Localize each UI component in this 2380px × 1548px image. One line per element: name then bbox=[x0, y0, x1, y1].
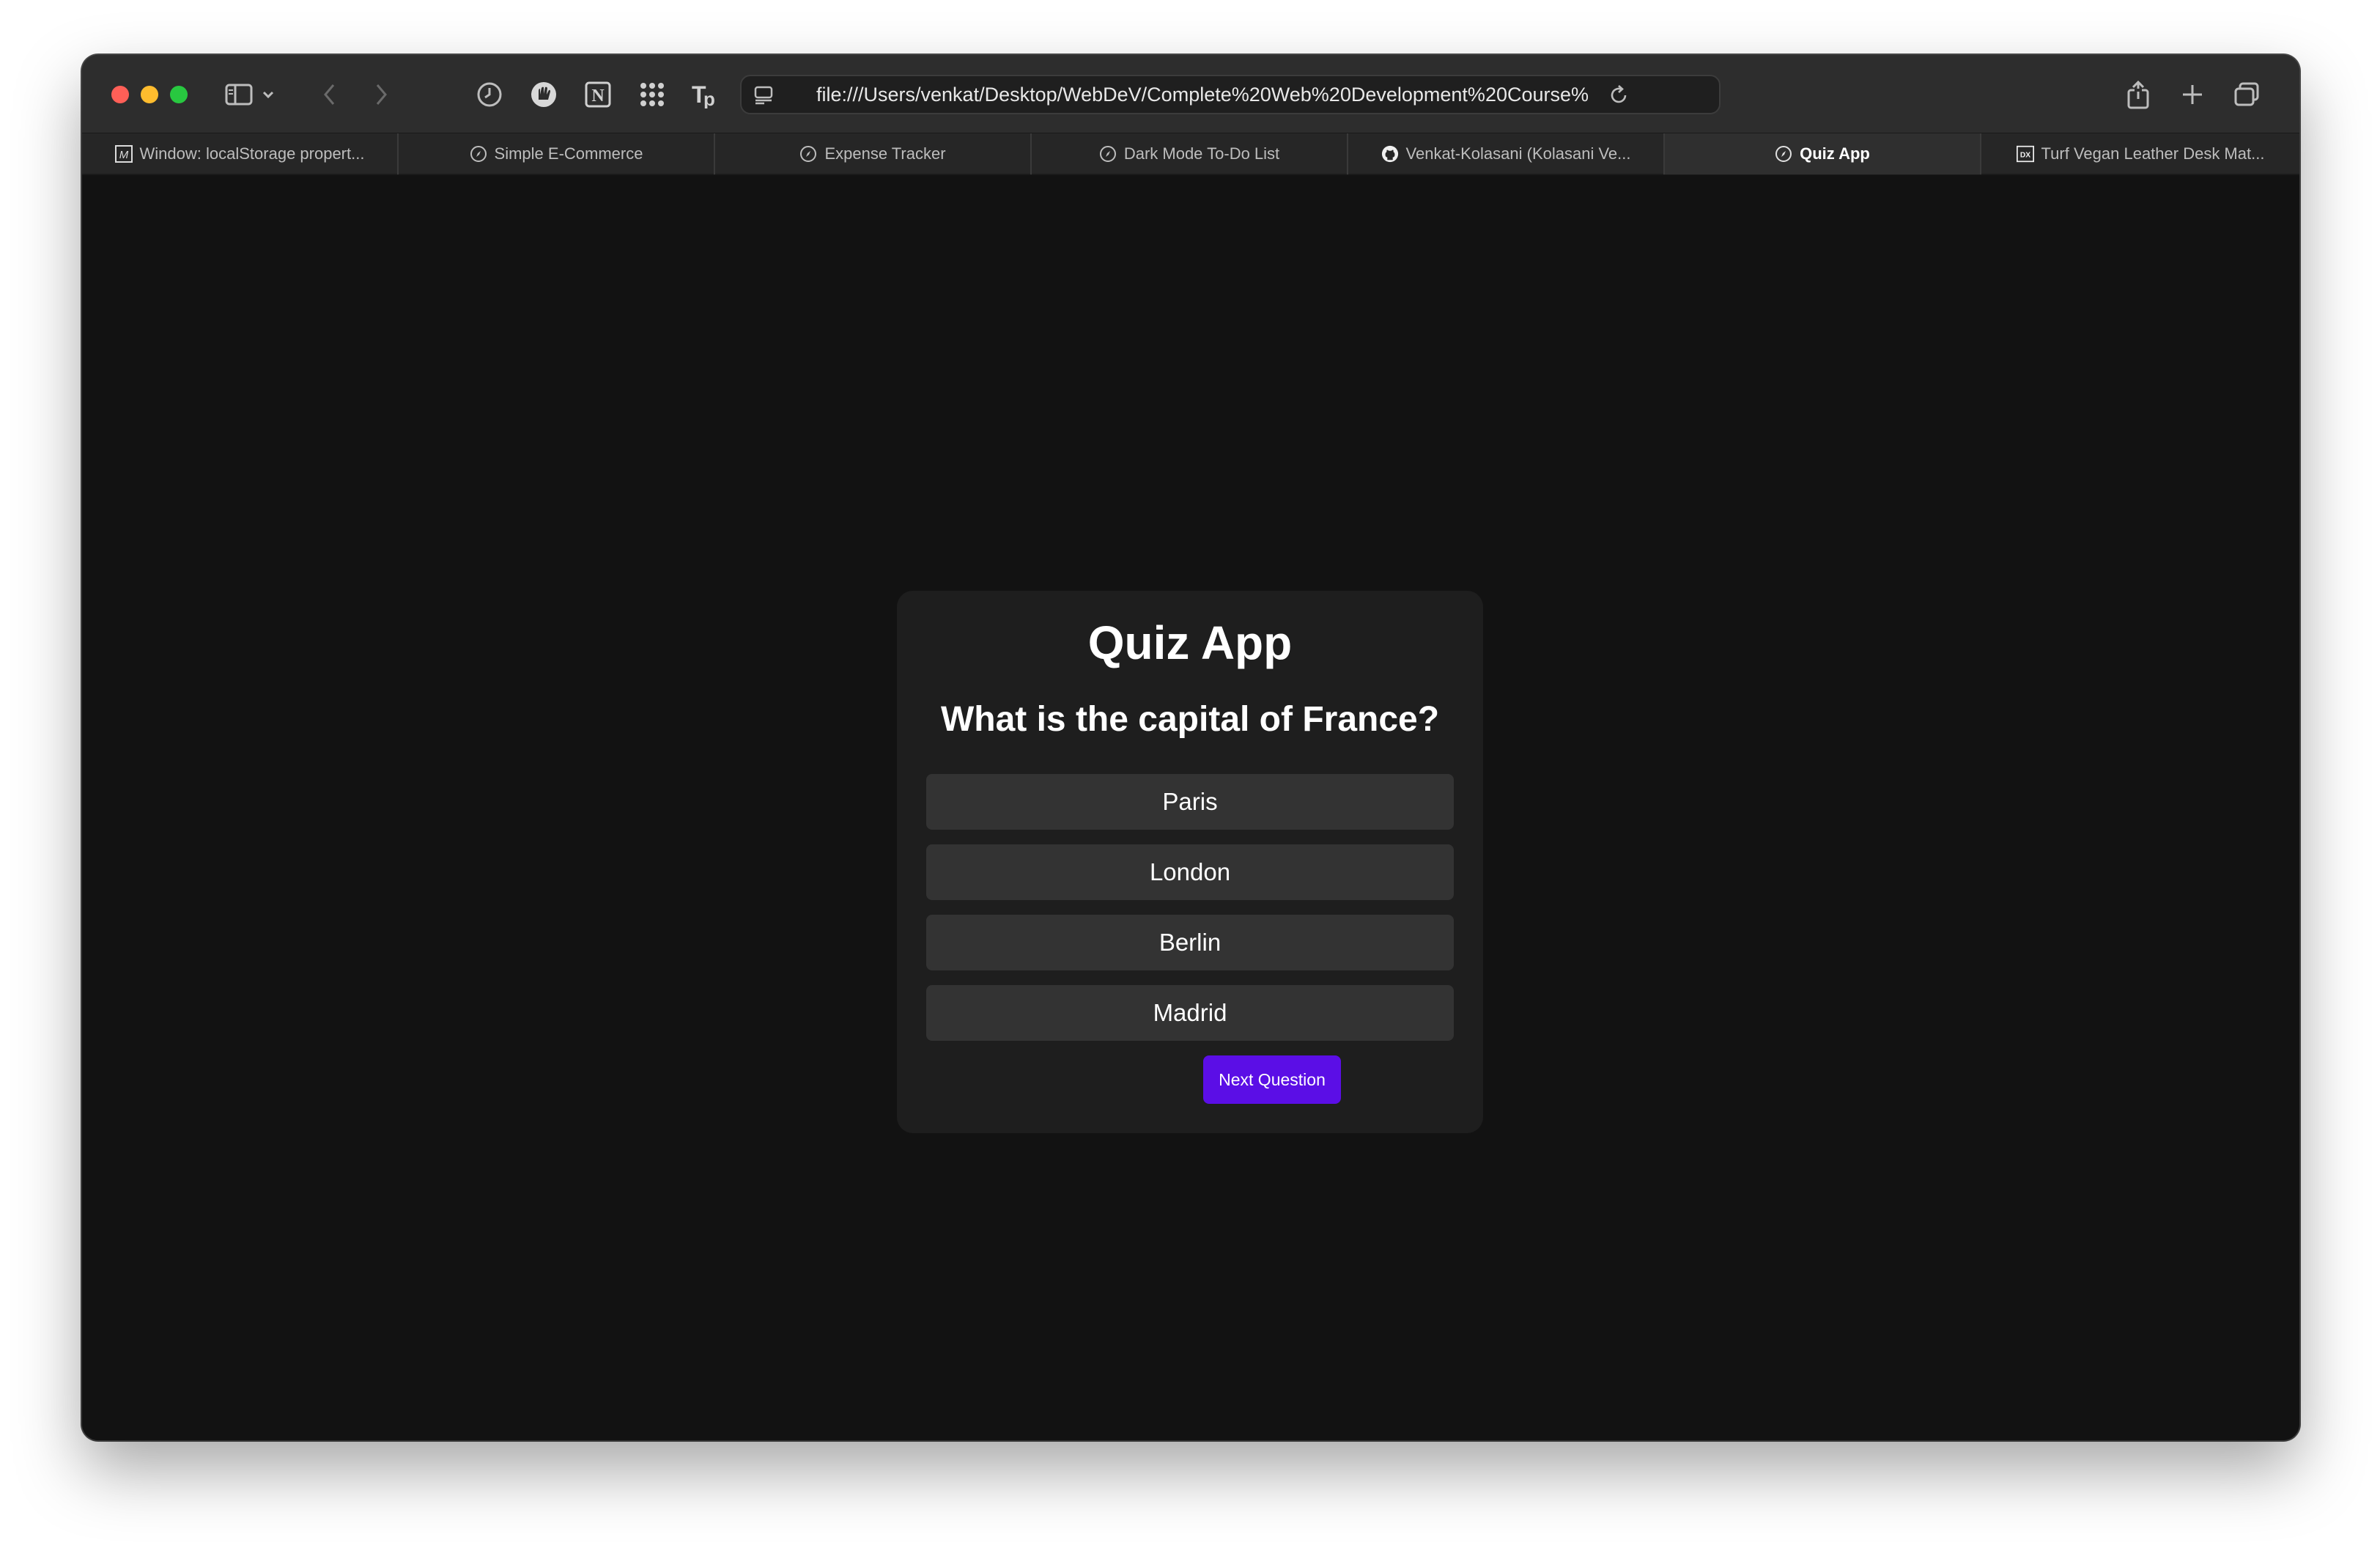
address-bar[interactable]: file:///Users/venkat/Desktop/WebDeV/Comp… bbox=[740, 75, 1721, 114]
compass-icon bbox=[1775, 145, 1792, 163]
share-icon[interactable] bbox=[2121, 77, 2156, 112]
maximize-window-button[interactable] bbox=[170, 86, 188, 103]
svg-text:DX: DX bbox=[2019, 151, 2030, 159]
tab-label: Quiz App bbox=[1800, 144, 1870, 163]
dx-icon: DX bbox=[2016, 145, 2034, 163]
quiz-title: Quiz App bbox=[1087, 616, 1293, 669]
page-settings-icon[interactable] bbox=[753, 85, 774, 109]
answer-button-paris[interactable]: Paris bbox=[926, 774, 1454, 830]
grid-apps-icon[interactable] bbox=[635, 77, 670, 112]
forward-icon[interactable] bbox=[363, 77, 399, 112]
back-icon[interactable] bbox=[312, 77, 347, 112]
chevron-down-icon[interactable] bbox=[259, 77, 277, 112]
minimize-window-button[interactable] bbox=[141, 86, 158, 103]
history-clock-icon[interactable] bbox=[472, 77, 507, 112]
close-window-button[interactable] bbox=[111, 86, 129, 103]
page-content: Quiz App What is the capital of France? … bbox=[82, 175, 2299, 1440]
browser-toolbar: N Tp file:///Users/venkat/Desktop/WebDeV… bbox=[82, 55, 2299, 133]
compass-icon bbox=[470, 145, 487, 163]
next-question-button[interactable]: Next Question bbox=[1203, 1055, 1341, 1104]
tab-turf-desk-mat[interactable]: DX Turf Vegan Leather Desk Mat... bbox=[1981, 133, 2299, 174]
svg-text:p: p bbox=[703, 88, 715, 108]
sidebar-toggle-icon[interactable] bbox=[221, 77, 256, 112]
tab-expense-tracker[interactable]: Expense Tracker bbox=[715, 133, 1032, 174]
mdn-icon: M bbox=[114, 145, 133, 163]
tab-label: Turf Vegan Leather Desk Mat... bbox=[2041, 144, 2265, 163]
tab-localstorage[interactable]: M Window: localStorage propert... bbox=[82, 133, 399, 174]
tab-dark-mode-todo[interactable]: Dark Mode To-Do List bbox=[1032, 133, 1348, 174]
svg-text:M: M bbox=[119, 149, 128, 161]
answer-button-london[interactable]: London bbox=[926, 844, 1454, 900]
notion-icon[interactable]: N bbox=[580, 77, 616, 112]
tab-label: Venkat-Kolasani (Kolasani Ve... bbox=[1405, 144, 1631, 163]
reload-icon[interactable] bbox=[1606, 83, 1631, 111]
compass-icon bbox=[799, 145, 817, 163]
shield-extension-icon[interactable] bbox=[526, 77, 561, 112]
tab-label: Window: localStorage propert... bbox=[139, 144, 365, 163]
compass-icon bbox=[1099, 145, 1117, 163]
tab-label: Simple E-Commerce bbox=[494, 144, 643, 163]
svg-text:N: N bbox=[591, 86, 605, 106]
tab-simple-ecommerce[interactable]: Simple E-Commerce bbox=[399, 133, 715, 174]
quiz-card: Quiz App What is the capital of France? … bbox=[897, 591, 1483, 1133]
tab-bar: M Window: localStorage propert... Simple… bbox=[82, 133, 2299, 175]
tab-label: Dark Mode To-Do List bbox=[1123, 144, 1280, 163]
new-tab-plus-icon[interactable] bbox=[2175, 77, 2210, 112]
address-url[interactable]: file:///Users/venkat/Desktop/WebDeV/Comp… bbox=[816, 76, 1593, 113]
answer-button-berlin[interactable]: Berlin bbox=[926, 915, 1454, 970]
typography-extension-icon[interactable]: Tp bbox=[687, 77, 722, 112]
github-icon bbox=[1381, 145, 1399, 163]
browser-window: N Tp file:///Users/venkat/Desktop/WebDeV… bbox=[82, 55, 2299, 1440]
tab-overview-icon[interactable] bbox=[2229, 77, 2264, 112]
tab-quiz-app[interactable]: Quiz App bbox=[1665, 133, 1981, 174]
tab-github-profile[interactable]: Venkat-Kolasani (Kolasani Ve... bbox=[1348, 133, 1665, 174]
answer-button-madrid[interactable]: Madrid bbox=[926, 985, 1454, 1041]
tab-label: Expense Tracker bbox=[824, 144, 946, 163]
question-text: What is the capital of France? bbox=[940, 700, 1440, 739]
